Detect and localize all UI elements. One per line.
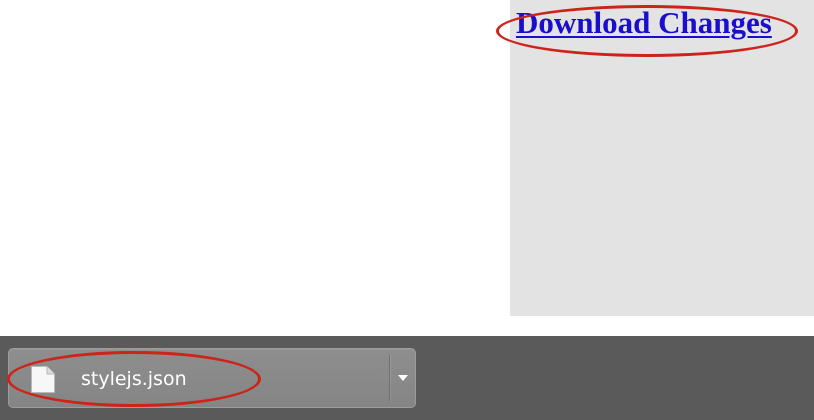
side-panel: Download Changes — [510, 0, 814, 316]
page-content: Download Changes — [0, 0, 814, 336]
download-item-open-button[interactable]: stylejs.json — [9, 349, 389, 407]
download-changes-link[interactable]: Download Changes — [516, 3, 772, 43]
download-item: stylejs.json — [8, 348, 416, 408]
document-icon — [31, 366, 55, 393]
chevron-down-icon — [398, 375, 408, 381]
downloads-shelf: stylejs.json — [0, 336, 814, 420]
download-item-menu-button[interactable] — [390, 349, 416, 407]
download-file-name: stylejs.json — [81, 368, 187, 390]
